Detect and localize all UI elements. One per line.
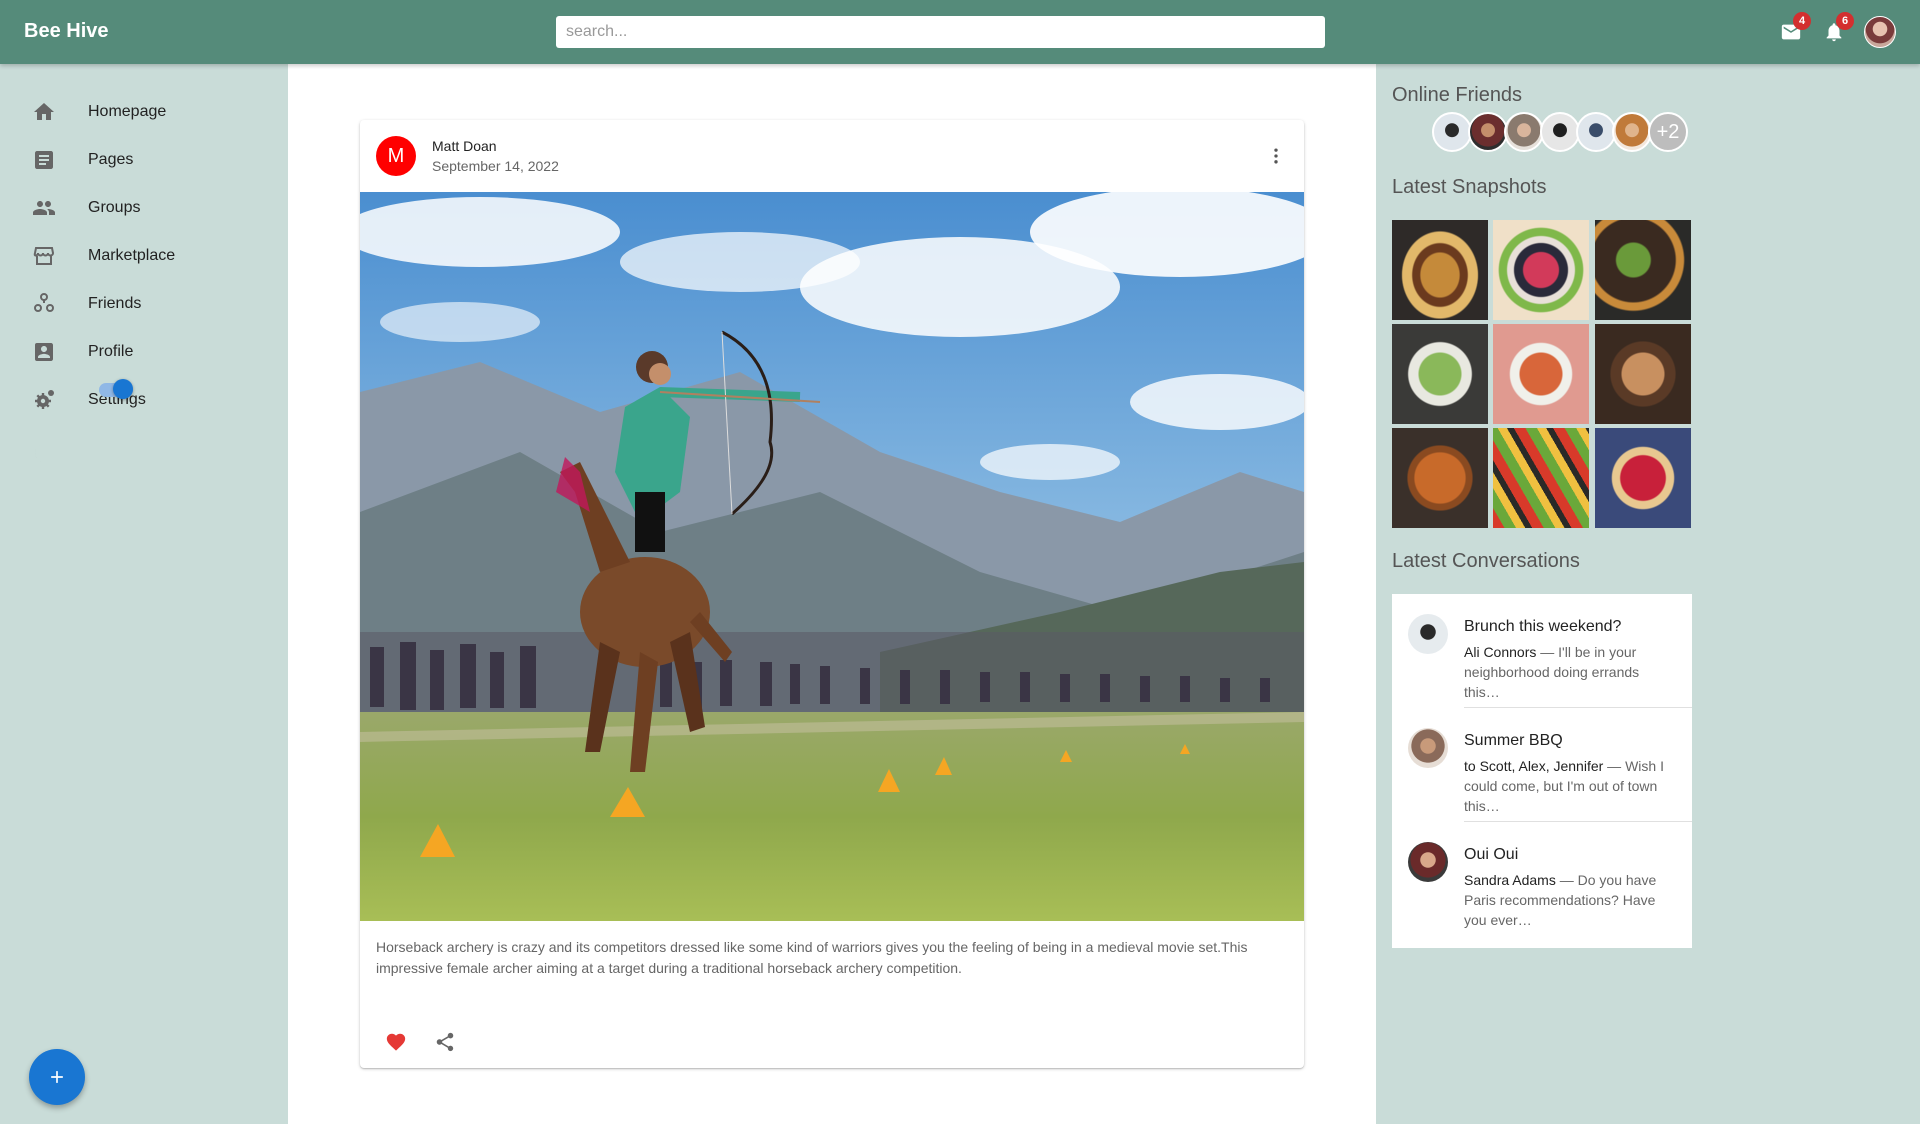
conversations-list: Brunch this weekend? Ali Connors — I'll … (1392, 594, 1692, 948)
sidebar-item-label: Friends (88, 295, 142, 312)
post-image (360, 192, 1304, 921)
snapshot-image[interactable] (1595, 324, 1691, 424)
conversation-sender: to Scott, Alex, Jennifer (1464, 758, 1604, 774)
snapshot-image[interactable] (1392, 324, 1488, 424)
snapshot-image[interactable] (1392, 220, 1488, 320)
like-button[interactable] (384, 1030, 408, 1054)
toggle-thumb (113, 379, 133, 399)
conversation-avatar (1408, 614, 1448, 654)
conversation-preview: Ali Connors — I'll be in your neighborho… (1464, 642, 1676, 702)
sidebar-item-settings[interactable]: Settings (0, 376, 288, 424)
conversation-avatar (1408, 728, 1448, 768)
heart-icon (386, 1033, 406, 1051)
sidebar-item-label: Pages (88, 151, 134, 168)
sidebar-item-groups[interactable]: Groups (0, 184, 288, 232)
sidebar-item-label: Groups (88, 199, 141, 216)
post-caption: Horseback archery is crazy and its compe… (376, 939, 1248, 976)
right-panel: Online Friends +2 Latest Snapshots Lates… (1376, 64, 1920, 1124)
snapshot-image[interactable] (1493, 428, 1589, 528)
conversation-title: Oui Oui (1464, 846, 1519, 863)
home-icon (32, 100, 56, 124)
account-box-icon (32, 340, 56, 364)
conversation-avatar (1408, 842, 1448, 882)
online-friend-avatar[interactable] (1432, 112, 1472, 152)
snapshot-image[interactable] (1595, 428, 1691, 528)
mail-button[interactable]: 4 (1775, 12, 1811, 48)
snapshot-image[interactable] (1493, 324, 1589, 424)
sidebar-item-label: Homepage (88, 103, 167, 120)
online-friend-avatar[interactable] (1612, 112, 1652, 152)
add-fab-button[interactable] (29, 1049, 85, 1105)
notifications-badge: 6 (1836, 12, 1854, 30)
sidebar-item-friends[interactable]: Friends (0, 280, 288, 328)
diversity-icon (32, 292, 56, 316)
post-menu-button[interactable] (1260, 140, 1292, 172)
sidebar-item-marketplace[interactable]: Marketplace (0, 232, 288, 280)
notifications-button[interactable]: 6 (1818, 12, 1854, 48)
conversation-item[interactable]: Brunch this weekend? Ali Connors — I'll … (1392, 594, 1692, 707)
conversation-preview: Sandra Adams — Do you have Paris recomme… (1464, 870, 1676, 930)
dark-mode-toggle[interactable] (99, 379, 135, 401)
online-friend-avatar[interactable] (1540, 112, 1580, 152)
snapshot-image[interactable] (1392, 428, 1488, 528)
conversation-title: Brunch this weekend? (1464, 618, 1622, 635)
conversation-sender: Sandra Adams (1464, 872, 1556, 888)
conversation-item[interactable]: Summer BBQ to Scott, Alex, Jennifer — Wi… (1392, 708, 1692, 821)
post-avatar[interactable]: M (376, 136, 416, 176)
post-author[interactable]: Matt Doan (432, 138, 497, 154)
snapshot-image[interactable] (1493, 220, 1589, 320)
feed: M Matt Doan September 14, 2022 Horseback… (288, 64, 1376, 1124)
snapshots-grid (1392, 220, 1692, 530)
conversation-sender: Ali Connors (1464, 644, 1537, 660)
share-icon (436, 1032, 454, 1052)
sidebar: Homepage Pages Groups Marketplace Friend… (0, 64, 288, 1124)
post-card: M Matt Doan September 14, 2022 Horseback… (360, 120, 1304, 1068)
conversations-title: Latest Conversations (1392, 550, 1580, 572)
share-button[interactable] (433, 1030, 457, 1054)
post-date: September 14, 2022 (432, 158, 559, 174)
sidebar-item-label: Profile (88, 343, 134, 360)
online-friend-avatar[interactable] (1576, 112, 1616, 152)
app-title[interactable]: Bee Hive (24, 20, 109, 43)
app-bar: Bee Hive 4 6 (0, 0, 1920, 64)
conversation-preview: to Scott, Alex, Jennifer — Wish I could … (1464, 756, 1676, 816)
sidebar-item-pages[interactable]: Pages (0, 136, 288, 184)
more-friends-badge[interactable]: +2 (1648, 112, 1688, 152)
mail-badge: 4 (1793, 12, 1811, 30)
plus-icon (51, 1071, 63, 1083)
storefront-icon (32, 244, 56, 268)
conversation-item[interactable]: Oui Oui Sandra Adams — Do you have Paris… (1392, 822, 1692, 935)
user-avatar[interactable] (1864, 16, 1896, 48)
conversation-title: Summer BBQ (1464, 732, 1563, 749)
snapshots-title: Latest Snapshots (1392, 176, 1547, 198)
search-input[interactable] (556, 16, 1325, 48)
more-vert-icon (1274, 148, 1278, 164)
sidebar-item-homepage[interactable]: Homepage (0, 88, 288, 136)
snapshot-image[interactable] (1595, 220, 1691, 320)
online-friend-avatar[interactable] (1468, 112, 1508, 152)
settings-applications-icon (32, 388, 56, 412)
article-icon (32, 148, 56, 172)
group-icon (32, 196, 56, 220)
online-friend-avatar[interactable] (1504, 112, 1544, 152)
online-friends-title: Online Friends (1392, 84, 1523, 106)
sidebar-item-profile[interactable]: Profile (0, 328, 288, 376)
dark-mode-icon (32, 441, 56, 465)
sidebar-item-label: Marketplace (88, 247, 176, 264)
